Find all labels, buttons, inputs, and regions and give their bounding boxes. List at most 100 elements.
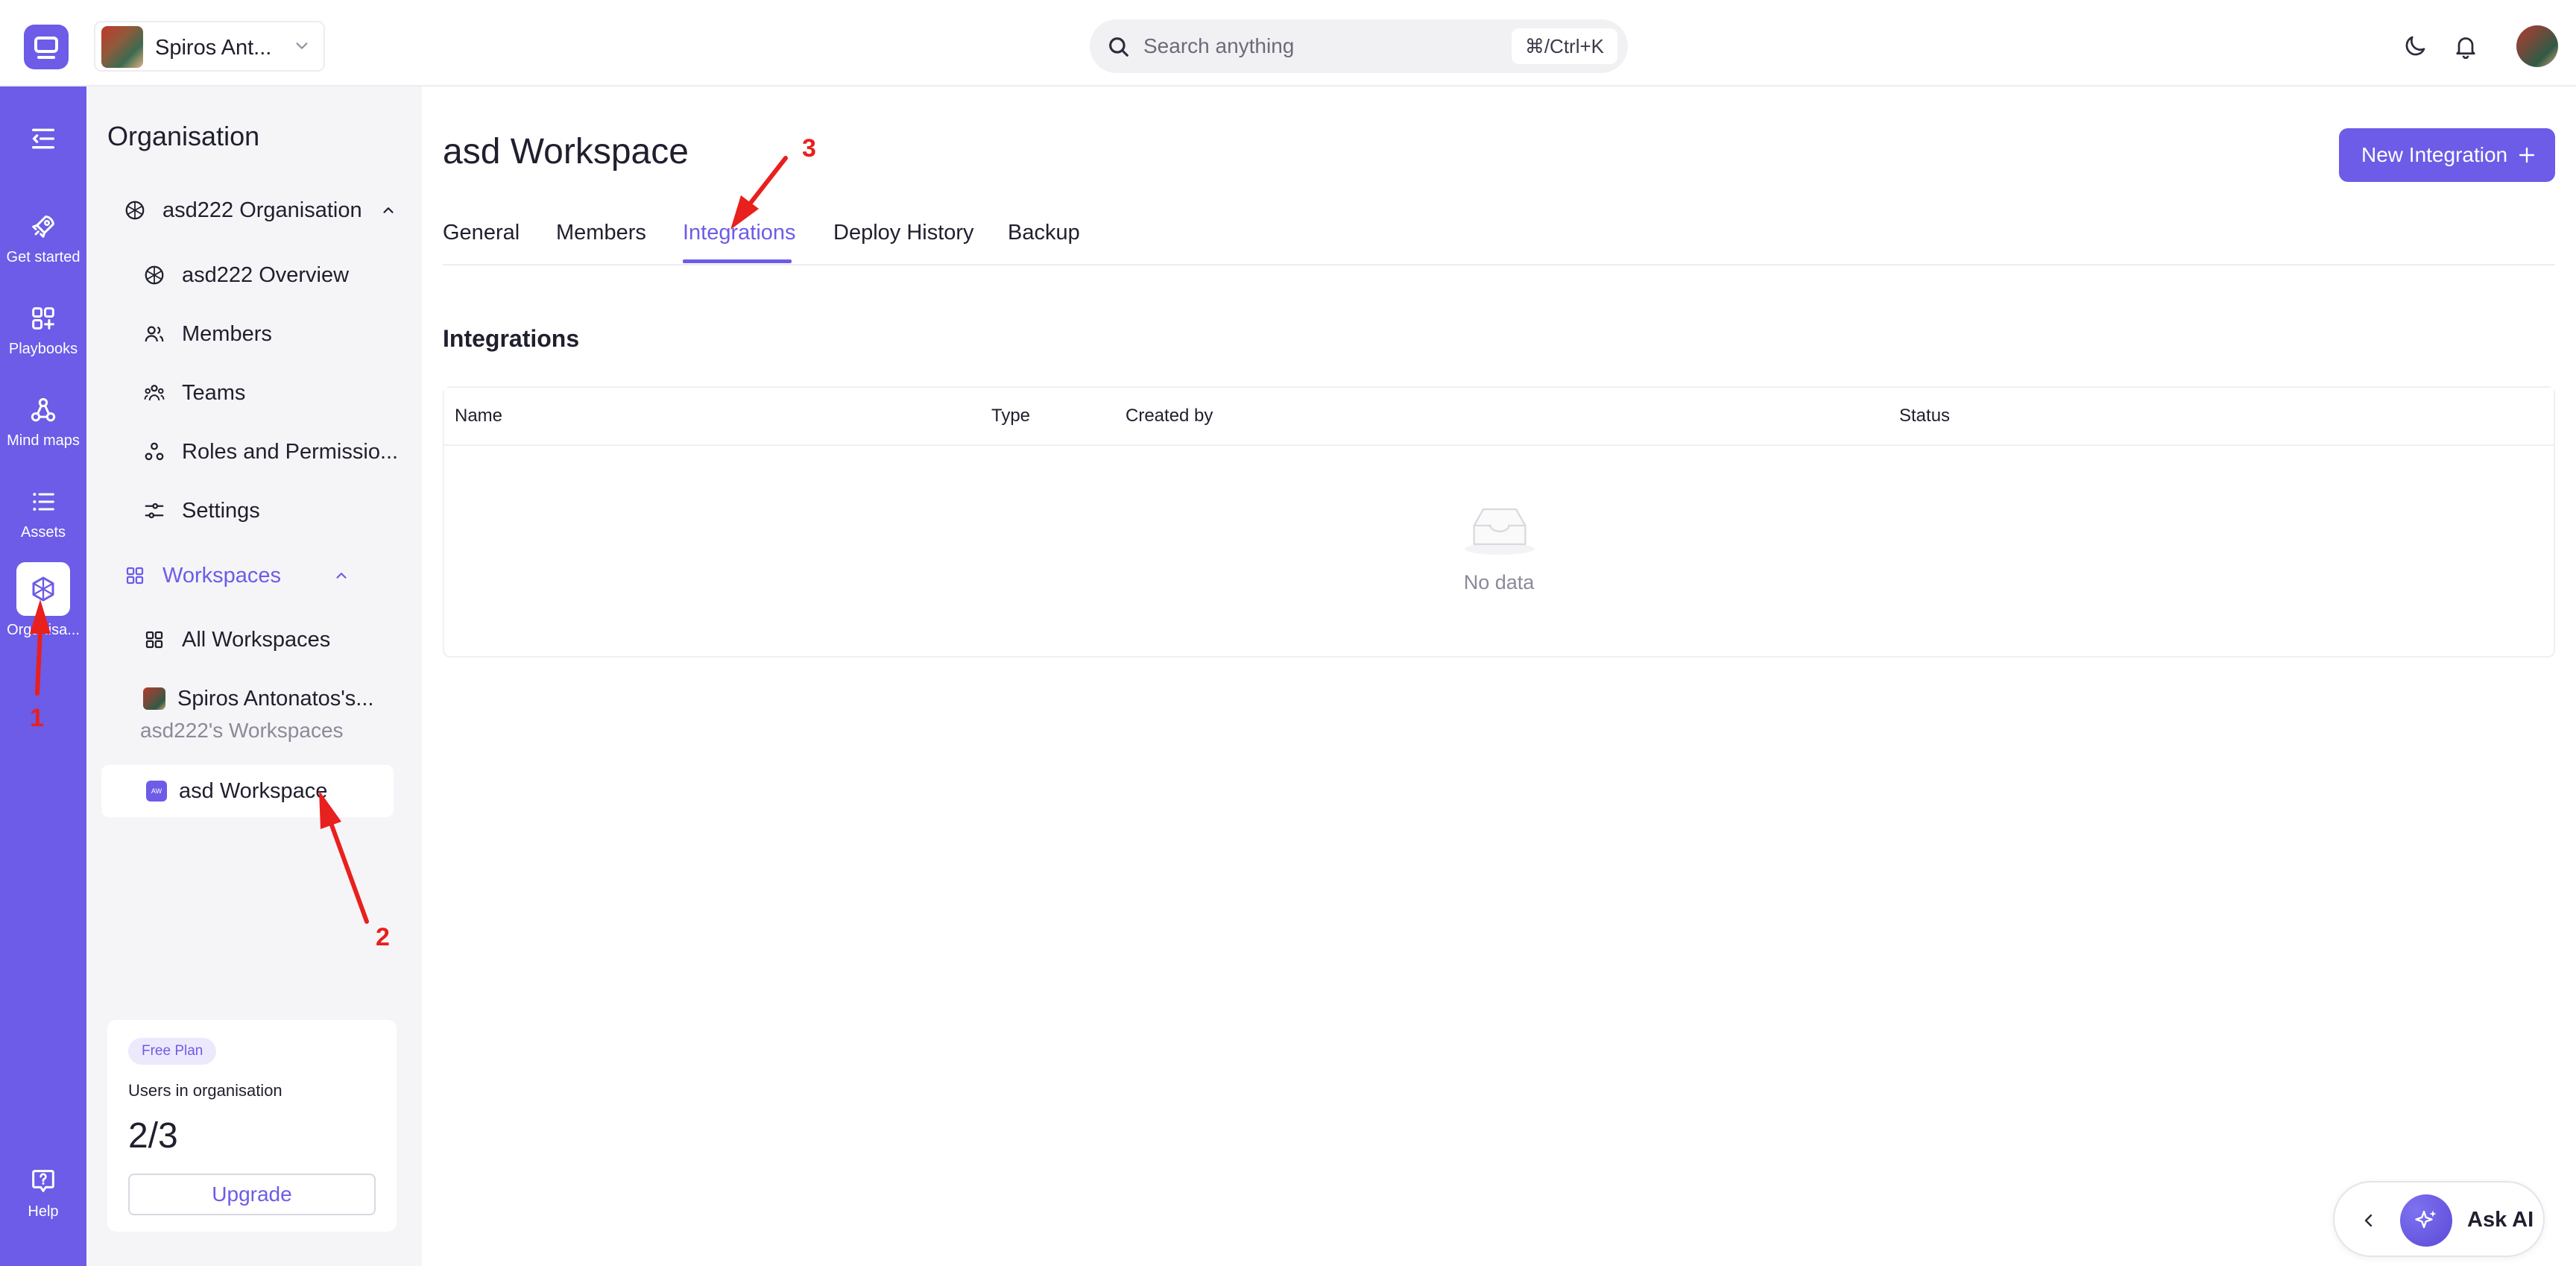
annotation-number-1: 1 xyxy=(30,704,44,732)
org-switcher-name: Spiros Ant... xyxy=(155,36,272,60)
rail-assets[interactable]: Assets xyxy=(0,479,86,561)
org-avatar xyxy=(101,26,143,68)
sidebar-item-members[interactable]: Members xyxy=(143,312,272,356)
sidebar-title: Organisation xyxy=(107,121,260,151)
sidebar-workspaces-group[interactable]: Workspaces xyxy=(124,553,350,598)
tab-integrations[interactable]: Integrations xyxy=(683,221,796,245)
sidebar-item-asd-workspace-content[interactable]: AW asd Workspace xyxy=(146,769,327,813)
tab-general[interactable]: General xyxy=(443,221,520,245)
table-header: Name Type Created by Status xyxy=(444,388,2554,446)
column-header-type: Type xyxy=(991,406,1031,426)
sidebar-item-roles[interactable]: Roles and Permissio... xyxy=(143,429,398,474)
rail-playbooks[interactable]: Playbooks xyxy=(0,296,86,378)
collapse-menu-icon[interactable] xyxy=(28,124,58,154)
plan-users-count: 2/3 xyxy=(128,1116,178,1156)
sparkle-icon xyxy=(2415,1210,2437,1229)
bell-icon[interactable] xyxy=(2452,33,2479,60)
sidebar-item-all-workspaces[interactable]: All Workspaces xyxy=(143,617,330,662)
sidebar-item-label: Settings xyxy=(182,498,260,523)
sidebar-group-label: asd222's Workspaces xyxy=(140,719,344,742)
sidebar-item-personal-workspace[interactable]: Spiros Antonatos's... xyxy=(143,676,373,721)
chevron-up-icon xyxy=(383,207,394,213)
upgrade-button[interactable]: Upgrade xyxy=(128,1174,376,1215)
chevron-left-icon[interactable] xyxy=(2360,1211,2378,1230)
search-input[interactable]: Search anything xyxy=(1143,34,1294,58)
rail-help[interactable]: Help xyxy=(0,1159,86,1241)
annotation-number-3: 3 xyxy=(802,134,816,163)
workspace-avatar xyxy=(143,687,165,710)
active-tab-indicator xyxy=(683,259,792,263)
organisation-icon xyxy=(125,201,145,220)
rail-label: Playbooks xyxy=(8,341,78,357)
sidebar-org-group-label: asd222 Organisation xyxy=(162,198,362,222)
chevron-up-icon xyxy=(336,573,347,579)
organisation-sidebar: Organisation asd222 Organisation asd222 … xyxy=(86,86,422,1266)
sidebar-org-group[interactable]: asd222 Organisation xyxy=(124,188,397,233)
new-integration-label: New Integration xyxy=(2361,143,2508,166)
plus-icon xyxy=(2519,147,2535,163)
ask-ai-widget[interactable]: Ask AI xyxy=(2333,1181,2545,1257)
sidebar-item-label: Spiros Antonatos's... xyxy=(177,686,374,711)
list-icon xyxy=(33,493,54,511)
rocket-icon xyxy=(32,215,54,238)
rail-label: Organisa... xyxy=(7,622,80,638)
nodes-icon xyxy=(31,397,56,422)
column-header-name: Name xyxy=(455,406,503,426)
annotation-number-2: 2 xyxy=(376,923,390,951)
sidebar-item-label: Teams xyxy=(182,380,246,405)
rail-label: Assets xyxy=(20,524,66,541)
sidebar-item-label: Members xyxy=(182,321,272,346)
user-avatar[interactable] xyxy=(2516,25,2558,67)
chevron-down-icon xyxy=(296,42,308,49)
workspace-tabs: General Members Integrations Deploy Hist… xyxy=(443,215,2555,265)
organisation-icon xyxy=(32,576,54,602)
workspaces-icon xyxy=(145,631,163,649)
empty-state-text: No data xyxy=(1463,571,1535,593)
tab-backup[interactable]: Backup xyxy=(1008,221,1080,245)
sidebar-item-label: All Workspaces xyxy=(182,627,331,652)
moon-icon[interactable] xyxy=(2402,33,2428,60)
column-header-status: Status xyxy=(1899,406,1951,426)
rail-get-started[interactable]: Get started xyxy=(0,204,86,286)
sidebar-item-label: Roles and Permissio... xyxy=(182,439,399,464)
search-icon xyxy=(1109,37,1128,57)
sidebar-item-settings[interactable]: Settings xyxy=(143,488,260,533)
tab-deploy-history[interactable]: Deploy History xyxy=(833,221,974,245)
sliders-icon xyxy=(145,503,164,519)
roles-icon xyxy=(145,442,164,461)
search-bar[interactable]: Search anything ⌘/Ctrl+K xyxy=(1090,19,1628,73)
sidebar-item-teams[interactable]: Teams xyxy=(143,371,245,415)
org-switcher[interactable]: Spiros Ant... xyxy=(94,21,325,72)
new-integration-button[interactable]: New Integration xyxy=(2339,128,2555,182)
sidebar-item-label: asd222 Overview xyxy=(182,262,350,287)
section-title: Integrations xyxy=(443,325,580,352)
workspaces-icon xyxy=(126,567,144,585)
workspace-chip: AW xyxy=(146,781,167,802)
rail-label: Mind maps xyxy=(7,432,80,449)
team-icon xyxy=(144,385,165,401)
icon-rail: Get started Playbooks Mind maps Assets O… xyxy=(0,86,86,1266)
users-icon xyxy=(145,326,164,342)
help-icon xyxy=(32,1170,54,1192)
column-header-created-by: Created by xyxy=(1126,406,1213,426)
empty-inbox-icon xyxy=(1465,508,1535,555)
ask-ai-avatar xyxy=(2400,1194,2452,1247)
rail-organisation[interactable]: Organisa... xyxy=(0,562,86,644)
search-shortcut-hint: ⌘/Ctrl+K xyxy=(1511,28,1617,64)
rail-label: Help xyxy=(28,1203,59,1220)
tab-members[interactable]: Members xyxy=(556,221,646,245)
app-logo[interactable] xyxy=(24,25,69,69)
top-bar: Spiros Ant... Search anything ⌘/Ctrl+K xyxy=(0,0,2576,86)
integrations-table: Name Type Created by Status No data xyxy=(443,386,2555,658)
grid-plus-icon xyxy=(32,307,54,330)
rail-mind-maps[interactable]: Mind maps xyxy=(0,388,86,470)
plan-users-label: Users in organisation xyxy=(128,1081,282,1100)
plan-card: Free Plan Users in organisation 2/3 Upgr… xyxy=(107,1020,397,1232)
sidebar-workspaces-label: Workspaces xyxy=(162,563,282,588)
organisation-icon xyxy=(145,265,164,285)
plan-badge: Free Plan xyxy=(128,1038,217,1065)
sidebar-item-overview[interactable]: asd222 Overview xyxy=(143,253,349,297)
sidebar-item-label: asd Workspace xyxy=(179,778,328,803)
rail-label: Get started xyxy=(6,249,80,265)
page-title: asd Workspace xyxy=(443,132,689,171)
